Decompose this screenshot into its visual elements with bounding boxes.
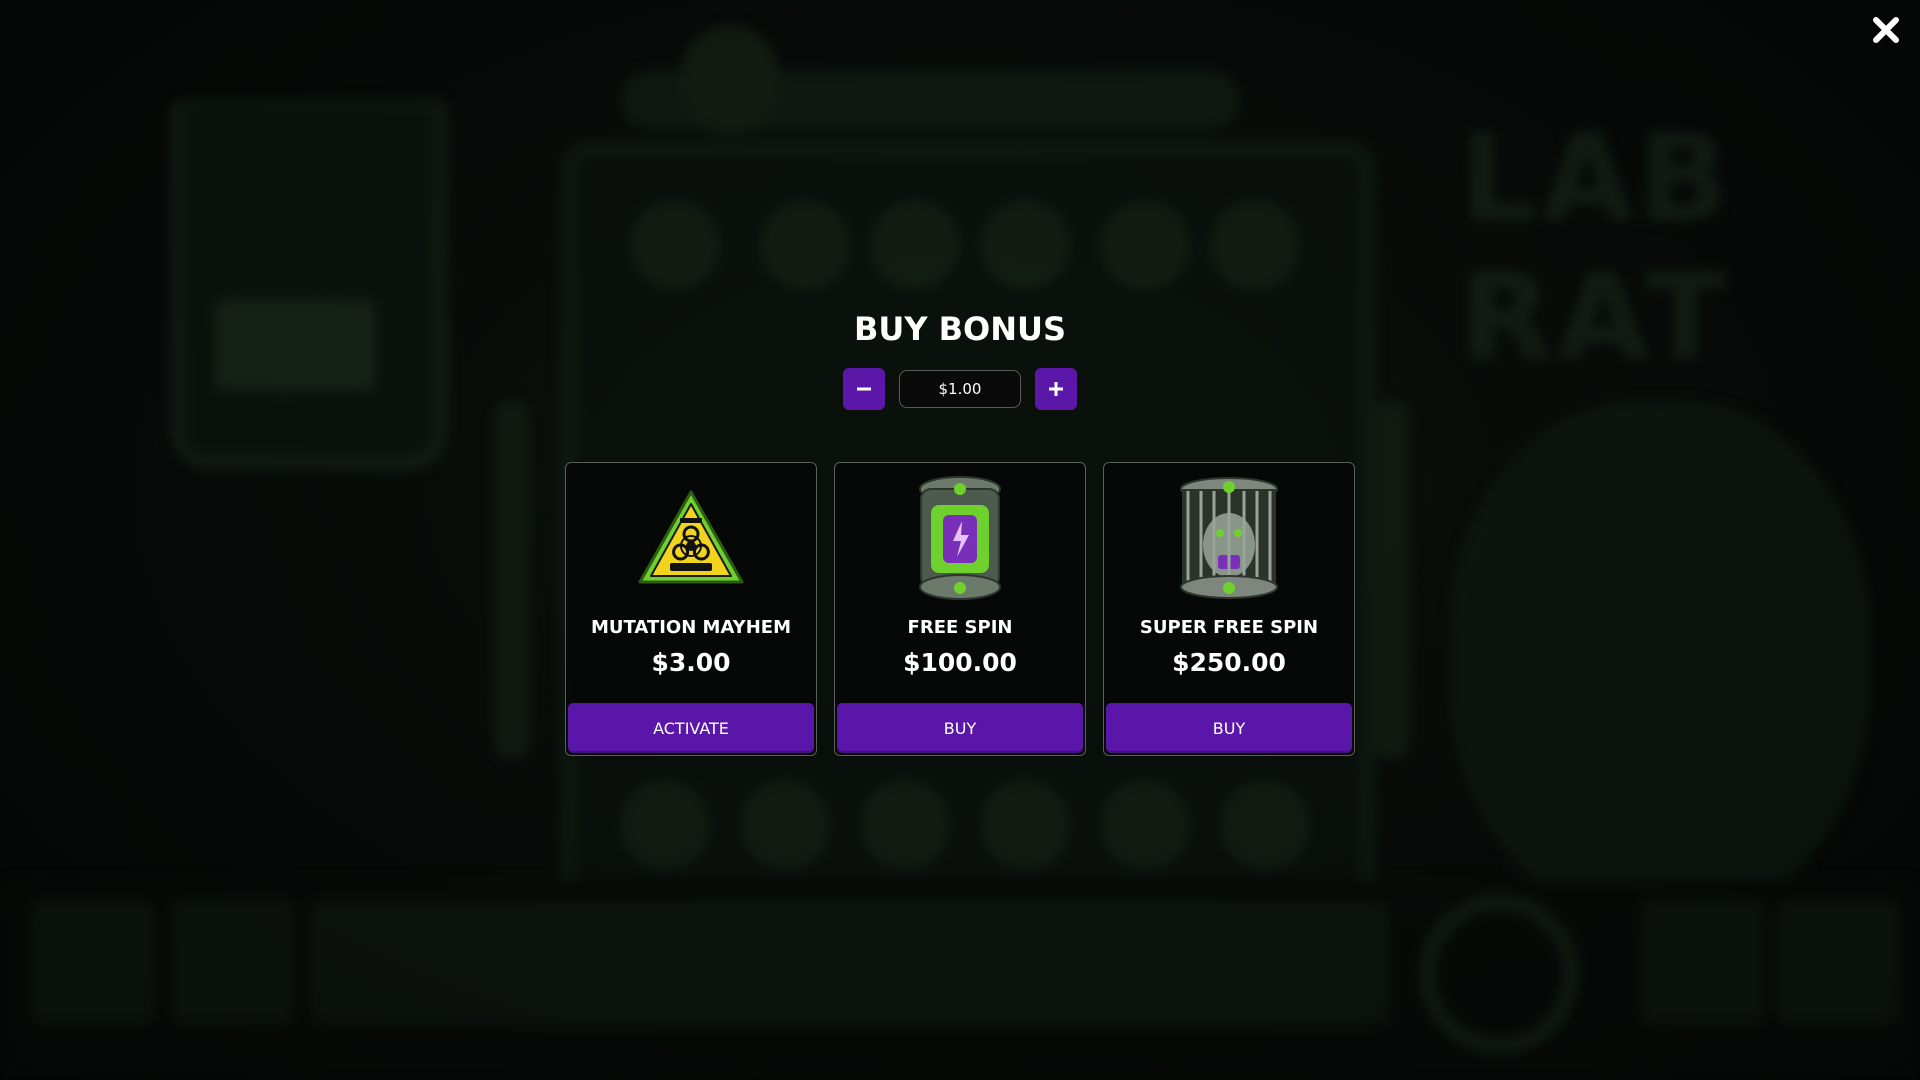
minus-icon bbox=[857, 387, 871, 391]
background-symbol bbox=[1100, 780, 1190, 870]
background-symbol bbox=[860, 780, 950, 870]
buy-button[interactable]: BUY bbox=[1106, 703, 1352, 753]
decrease-stake-button[interactable] bbox=[843, 368, 885, 410]
bonus-card-free-spin: FREE SPIN $100.00 BUY bbox=[834, 462, 1086, 756]
bonus-price: $250.00 bbox=[1172, 648, 1286, 677]
activate-button[interactable]: ACTIVATE bbox=[568, 703, 814, 753]
bonus-name: FREE SPIN bbox=[907, 617, 1013, 638]
background-symbol bbox=[980, 780, 1070, 870]
toxic-canister-icon bbox=[895, 473, 1025, 603]
background-symbol bbox=[1100, 200, 1190, 290]
bonus-card-super-free-spin: SUPER FREE SPIN $250.00 BUY bbox=[1103, 462, 1355, 756]
background-symbol bbox=[760, 200, 850, 290]
bonus-name: MUTATION MAYHEM bbox=[591, 617, 791, 638]
bonus-price: $100.00 bbox=[903, 648, 1017, 677]
increase-stake-button[interactable] bbox=[1035, 368, 1077, 410]
game-screen: LAB RAT BUY BONUS $1.00 MUTATION MAYHEM … bbox=[0, 0, 1920, 1080]
background-symbol bbox=[980, 200, 1070, 290]
close-icon bbox=[1873, 17, 1899, 43]
bonus-name: SUPER FREE SPIN bbox=[1139, 617, 1319, 638]
plus-icon bbox=[1049, 382, 1063, 396]
buy-bonus-modal: BUY BONUS $1.00 MUTATION MAYHEM $3.00 AC… bbox=[0, 310, 1920, 756]
background-symbol bbox=[1220, 780, 1310, 870]
background-symbol bbox=[870, 200, 960, 290]
close-button[interactable] bbox=[1864, 8, 1908, 52]
rat-cage-icon bbox=[1164, 473, 1294, 603]
background-symbol bbox=[1210, 200, 1300, 290]
modal-title: BUY BONUS bbox=[853, 310, 1067, 348]
background-turbo-panel bbox=[1775, 900, 1900, 1025]
biohazard-sign-icon bbox=[626, 473, 756, 603]
bonus-options: MUTATION MAYHEM $3.00 ACTIVATE FREE SPIN… bbox=[565, 462, 1355, 756]
background-spin-button bbox=[1420, 895, 1578, 1053]
background-symbol bbox=[630, 200, 720, 290]
background-flask bbox=[680, 25, 780, 135]
background-balance-panel bbox=[310, 900, 1390, 1025]
stake-selector bbox=[843, 368, 1077, 410]
background-sound-panel bbox=[170, 900, 295, 1025]
bonus-price: $3.00 bbox=[651, 648, 731, 677]
buy-button[interactable]: BUY bbox=[837, 703, 1083, 753]
background-symbol bbox=[620, 780, 710, 870]
stake-value-field[interactable] bbox=[899, 370, 1021, 408]
background-autoplay-panel bbox=[1640, 900, 1765, 1025]
bonus-card-mutation-mayhem: MUTATION MAYHEM $3.00 ACTIVATE bbox=[565, 462, 817, 756]
background-settings-panel bbox=[30, 900, 155, 1025]
background-symbol bbox=[740, 780, 830, 870]
